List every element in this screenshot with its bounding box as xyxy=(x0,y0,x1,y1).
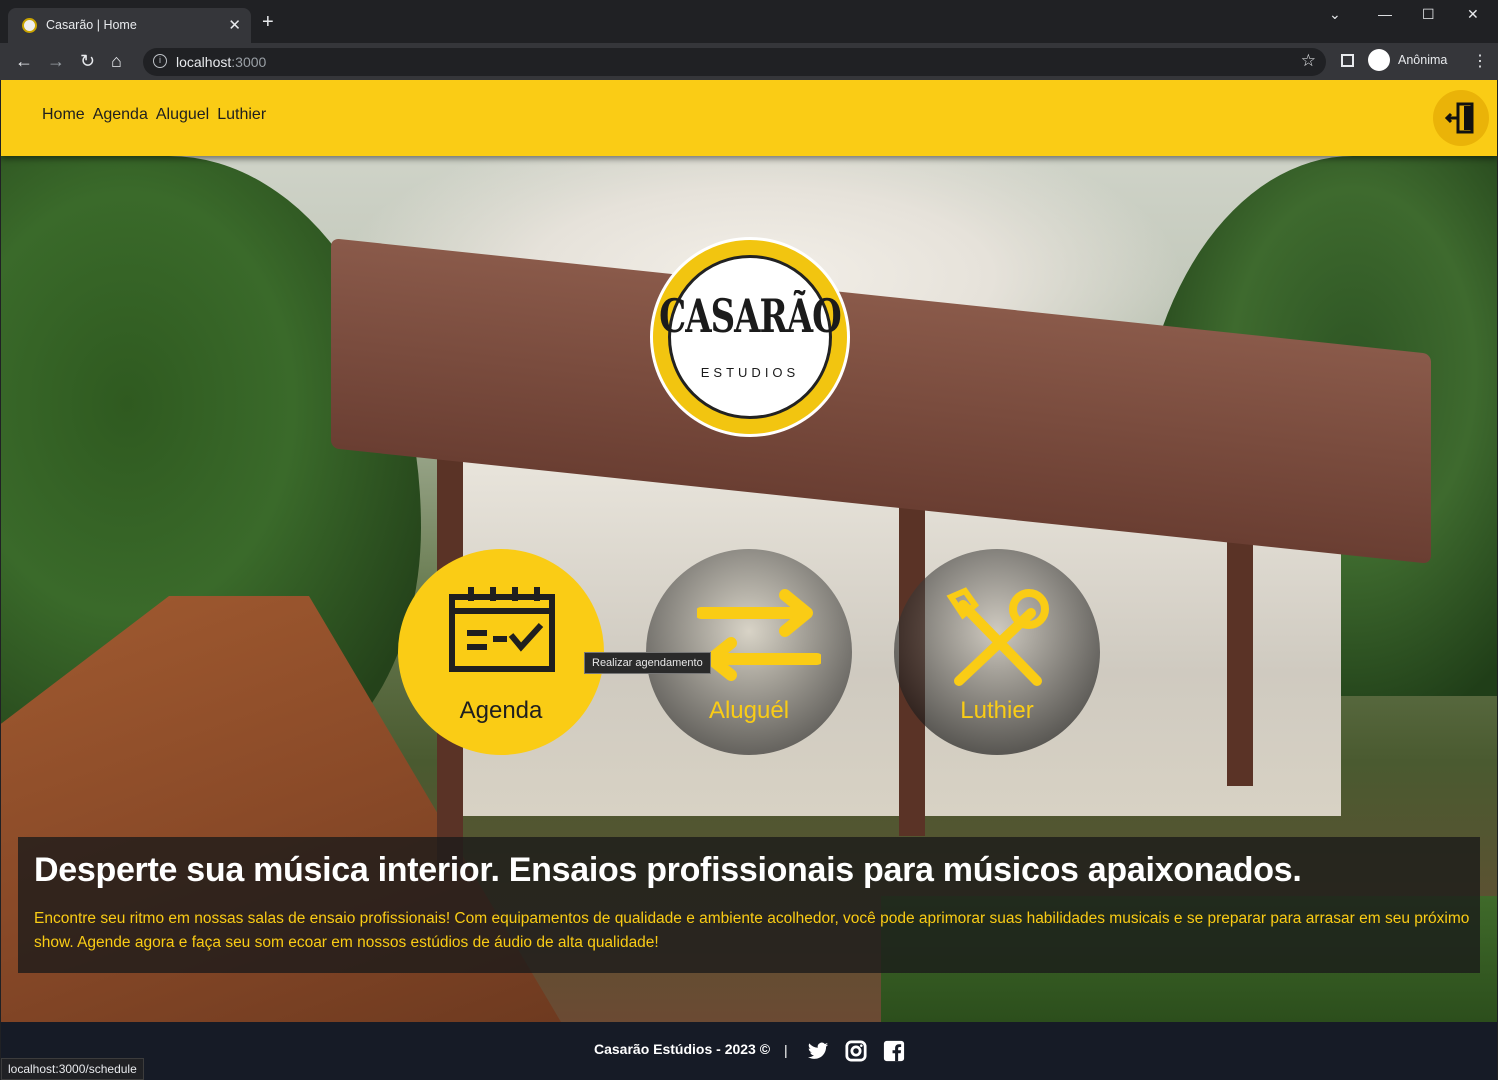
aluguel-card-label: Aluguél xyxy=(708,697,790,724)
browser-toolbar: ← → ↻ ⌂ i localhost:3000 ☆ Anônima ⋮ xyxy=(0,43,1498,80)
tab-title: Casarão | Home xyxy=(46,18,137,32)
incognito-avatar-icon xyxy=(1368,49,1390,71)
profile-button[interactable]: Anônima xyxy=(1368,49,1458,73)
tab-search-icon[interactable]: ⌄ xyxy=(1329,6,1341,23)
agenda-card-label: Agenda xyxy=(459,697,543,724)
hero-banner: Desperte sua música interior. Ensaios pr… xyxy=(18,837,1480,973)
agenda-tooltip: Realizar agendamento xyxy=(584,652,711,674)
status-bar-url: localhost:3000/schedule xyxy=(1,1058,144,1080)
nav-luthier[interactable]: Luthier xyxy=(217,106,266,124)
site-favicon-icon xyxy=(22,18,37,33)
luthier-card-label: Luthier xyxy=(960,697,1034,724)
tools-icon xyxy=(946,587,1049,686)
url-host: localhost xyxy=(176,54,232,70)
browser-menu-icon[interactable]: ⋮ xyxy=(1472,51,1488,71)
site-info-icon[interactable]: i xyxy=(153,54,167,68)
address-url: localhost:3000 xyxy=(176,54,266,70)
address-bar[interactable]: i localhost:3000 ☆ xyxy=(143,48,1326,76)
door-exit-icon xyxy=(1444,102,1474,134)
instagram-icon[interactable] xyxy=(845,1040,867,1062)
profile-name: Anônima xyxy=(1398,53,1448,67)
casarao-logo: CASARÃO ESTUDIOS xyxy=(650,237,850,437)
forward-icon[interactable]: → xyxy=(47,51,65,71)
agenda-card[interactable]: Agenda xyxy=(398,549,604,755)
luthier-card[interactable]: Luthier xyxy=(894,549,1100,755)
back-icon[interactable]: ← xyxy=(15,51,33,71)
site-footer: Casarão Estúdios - 2023 © | xyxy=(1,1022,1497,1080)
nav-aluguel[interactable]: Aluguel xyxy=(156,106,209,124)
twitter-icon[interactable] xyxy=(807,1040,829,1062)
hero-description: Encontre seu ritmo em nossas salas de en… xyxy=(34,910,1470,951)
maximize-icon[interactable]: ☐ xyxy=(1422,6,1435,23)
footer-copyright: Casarão Estúdios - 2023 © xyxy=(594,1041,771,1057)
url-port: :3000 xyxy=(231,54,267,70)
minimize-icon[interactable]: — xyxy=(1378,6,1392,22)
browser-tab[interactable]: Casarão | Home ✕ xyxy=(8,8,251,43)
close-tab-icon[interactable]: ✕ xyxy=(228,16,241,34)
footer-separator: | xyxy=(784,1042,788,1058)
hero-title: Desperte sua música interior. Ensaios pr… xyxy=(34,851,1302,889)
swap-arrows-icon xyxy=(697,589,821,681)
browser-tabbar: Casarão | Home ✕ + ⌄ — ☐ ✕ xyxy=(0,0,1498,43)
page: Home Agenda Aluguel Luthier CASARÃO ESTU xyxy=(1,80,1497,1080)
nav-agenda[interactable]: Agenda xyxy=(93,106,148,124)
new-tab-icon[interactable]: + xyxy=(262,12,274,32)
bookmark-star-icon[interactable]: ☆ xyxy=(1301,51,1316,71)
logo-subtitle: ESTUDIOS xyxy=(700,365,800,380)
side-panel-icon[interactable] xyxy=(1341,54,1354,67)
reload-icon[interactable]: ↻ xyxy=(80,51,95,71)
main-nav: Home Agenda Aluguel Luthier xyxy=(42,106,266,124)
home-icon[interactable]: ⌂ xyxy=(111,51,122,71)
logout-button[interactable] xyxy=(1433,90,1489,146)
nav-home[interactable]: Home xyxy=(42,106,85,124)
facebook-icon[interactable] xyxy=(883,1040,905,1062)
logo-brand: CASARÃO xyxy=(659,290,842,344)
calendar-check-icon xyxy=(449,587,555,672)
site-header: Home Agenda Aluguel Luthier xyxy=(1,80,1497,156)
close-window-icon[interactable]: ✕ xyxy=(1467,6,1479,23)
